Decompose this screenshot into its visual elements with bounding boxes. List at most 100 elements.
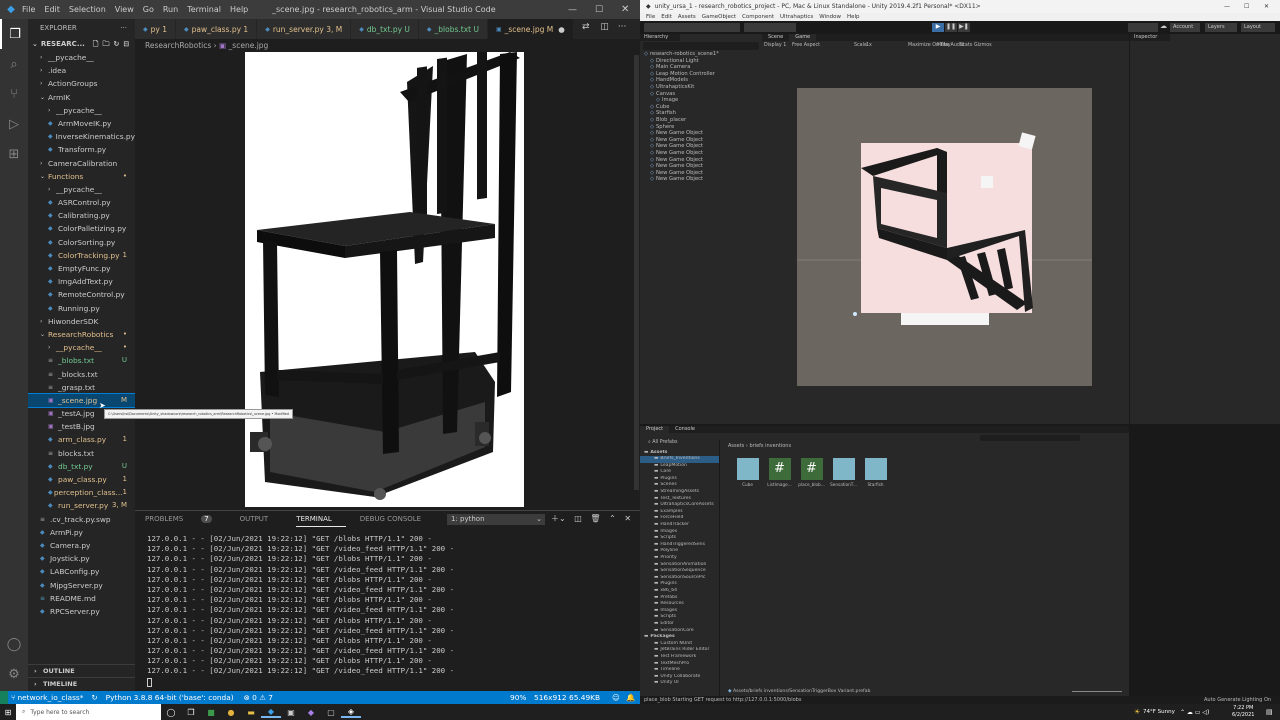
tab-scene[interactable]: Scene (762, 34, 789, 41)
notifications-icon[interactable]: ▤ (1266, 708, 1273, 716)
file-item[interactable]: ◆ perception_class... 1 (28, 486, 135, 499)
editor-tab[interactable]: ◆ _blobs.txt U (418, 19, 488, 39)
hierarchy-item[interactable]: ◇ Image (644, 97, 762, 104)
panel-tab-debug-console[interactable]: DEBUG CONSOLE (360, 515, 435, 527)
menu-item-view[interactable]: View (115, 5, 134, 14)
hierarchy-item[interactable]: ◇ Directional Light (644, 58, 762, 65)
more-actions-icon[interactable]: ··· (618, 22, 627, 32)
project-folder[interactable]: ▬ HandTracker (640, 522, 719, 529)
folder-item[interactable]: ⌄ ResearchRobotics • (28, 328, 135, 341)
file-item[interactable]: ▣ _testB.jpg (28, 420, 135, 433)
terminal-output[interactable]: 127.0.0.1 - - [02/Jun/2021 19:22:12] "GE… (147, 534, 454, 677)
play-button[interactable]: ▶ (932, 23, 944, 32)
collapse-all-icon[interactable]: ⊟ (123, 37, 129, 51)
project-folder[interactable]: ▬ Editor (640, 621, 719, 628)
file-item[interactable]: ◆ Calibrating.py (28, 209, 135, 222)
breadcrumb-file[interactable]: _scene.jpg (229, 41, 269, 50)
asset-item[interactable]: SensationT... (828, 458, 859, 487)
hierarchy-item[interactable]: ◇ Cube (644, 104, 762, 111)
game-toolbar-item[interactable]: Scale (854, 43, 867, 48)
branch-name[interactable]: network_io_class* (17, 693, 83, 702)
problems-status[interactable]: ⊗ 0 ⚠ 7 (244, 693, 273, 702)
file-item[interactable]: ≡ _blobs.txt U (28, 354, 135, 367)
layers-dropdown[interactable]: Layers (1205, 23, 1237, 32)
unity-menu-item[interactable]: Window (819, 14, 841, 20)
project-folder[interactable]: ▬ TextMeshPro (640, 661, 719, 668)
project-folder[interactable]: ▬ Briefs_Inventions (640, 456, 719, 463)
hierarchy-tab[interactable]: Hierarchy (640, 34, 680, 41)
file-item[interactable]: ◆ RemoteControl.py (28, 288, 135, 301)
file-item[interactable]: ≡ blocks.txt (28, 447, 135, 460)
editor-scrollbar[interactable] (634, 55, 639, 490)
maximize-panel-icon[interactable]: ⌃ (609, 514, 616, 523)
project-folder[interactable]: ▬ Prefabs (640, 595, 719, 602)
more-actions-icon[interactable]: ··· (120, 19, 127, 37)
menu-item-file[interactable]: File (22, 5, 35, 14)
project-folder[interactable]: ▬ Assets (640, 450, 719, 457)
game-toolbar-item[interactable]: Gizmos (974, 43, 992, 48)
app-green-icon[interactable]: ■ (201, 708, 221, 717)
account-icon[interactable]: ◯ (0, 629, 28, 659)
hierarchy-item[interactable]: ◇ New Game Object (644, 143, 762, 150)
project-folder[interactable]: ▬ UltrahapticsCoreAssets (640, 502, 719, 509)
timeline-section[interactable]: › TIMELINE (28, 677, 135, 690)
file-item[interactable]: ◆ LABConfig.py (28, 565, 135, 578)
maximize-button[interactable]: ☐ (595, 5, 603, 15)
terminal-taskbar-icon[interactable]: ▣ (281, 708, 301, 717)
project-folder[interactable]: ▬ Custom NUnit (640, 641, 719, 648)
hierarchy-item[interactable]: ◇ New Game Object (644, 150, 762, 157)
file-item[interactable]: ▣ _scene.jpg M (28, 392, 135, 409)
task-view-icon[interactable]: ❐ (181, 708, 201, 717)
file-item[interactable]: ◆ ArmMoveIK.py (28, 117, 135, 130)
taskbar-search[interactable]: ⌕ Type here to search (16, 704, 161, 720)
file-item[interactable]: ≡ README.md (28, 592, 135, 605)
hierarchy-search[interactable] (643, 42, 759, 50)
project-folder[interactable]: ▬ x86_64 (640, 588, 719, 595)
file-item[interactable]: ≡ _blocks.txt (28, 368, 135, 381)
unity-menu-item[interactable]: Ultrahaptics (780, 14, 813, 20)
new-file-icon[interactable]: 🗋 (93, 37, 99, 51)
hierarchy-item[interactable]: ◇ New Game Object (644, 130, 762, 137)
all-prefabs-item[interactable]: ⌕ All Prefabs (640, 440, 719, 447)
project-folder[interactable]: ▬ LeapMotion (640, 463, 719, 470)
project-folder[interactable]: ▬ Core (640, 469, 719, 476)
project-folder[interactable]: ▬ Resources (640, 601, 719, 608)
unity-close-button[interactable]: ✕ (1264, 3, 1269, 10)
editor-tab[interactable]: ▣ _scene.jpg M ● (487, 19, 574, 39)
folder-item[interactable]: › __pycache__ • (28, 341, 135, 354)
project-folder[interactable]: ▬ JetBrains Rider Editor (640, 647, 719, 654)
cloud-icon[interactable]: ☁ (1160, 22, 1167, 30)
windows-start-icon[interactable]: ⊞ (0, 708, 16, 717)
explorer-icon[interactable]: ❐ (0, 19, 28, 49)
asset-item[interactable]: Cube (732, 458, 763, 487)
transform-tools[interactable] (644, 23, 740, 32)
search-icon[interactable]: ⌕ (0, 49, 28, 79)
unity-menu-item[interactable]: Help (847, 14, 860, 20)
unity-taskbar-icon[interactable]: ◈ (341, 707, 361, 718)
hierarchy-item[interactable]: ◇ Sphere (644, 124, 762, 131)
explorer-root[interactable]: ⌄ RESEARC... 🗋 🗀 ↻ ⊟ (28, 37, 135, 51)
folder-item[interactable]: › __pycache__ (28, 104, 135, 117)
asset-item[interactable]: # ListImage... (764, 458, 795, 487)
hierarchy-item[interactable]: ◇ Main Camera (644, 64, 762, 71)
unity-menu-item[interactable]: Component (742, 14, 774, 20)
project-folder[interactable]: ▬ Scenes (640, 482, 719, 489)
unity-menu-item[interactable]: Assets (678, 14, 696, 20)
project-folder[interactable]: ▬ StreamingAssets (640, 489, 719, 496)
visual-studio-icon[interactable]: ◆ (301, 708, 321, 717)
game-toolbar-item[interactable]: Display 1 (764, 43, 786, 48)
project-folder[interactable]: ▬ Scripts (640, 614, 719, 621)
project-folder[interactable]: ▬ Examples (640, 509, 719, 516)
project-folder[interactable]: ▬ ForceField (640, 515, 719, 522)
compare-icon[interactable]: ⇄ (582, 22, 590, 32)
kill-terminal-icon[interactable]: 🗑 (590, 514, 600, 523)
file-item[interactable]: ◆ db_txt.py U (28, 460, 135, 473)
menu-item-selection[interactable]: Selection (69, 5, 106, 14)
project-folder[interactable]: ▬ Test_Textures (640, 496, 719, 503)
outline-section[interactable]: › OUTLINE (28, 664, 135, 677)
task-view-icon[interactable]: ◯ (161, 708, 181, 717)
split-editor-icon[interactable]: ◫ (600, 22, 609, 32)
close-panel-icon[interactable]: ✕ (624, 514, 631, 523)
file-item[interactable]: ◆ Running.py (28, 302, 135, 315)
sync-icon[interactable]: ↻ (91, 693, 97, 702)
